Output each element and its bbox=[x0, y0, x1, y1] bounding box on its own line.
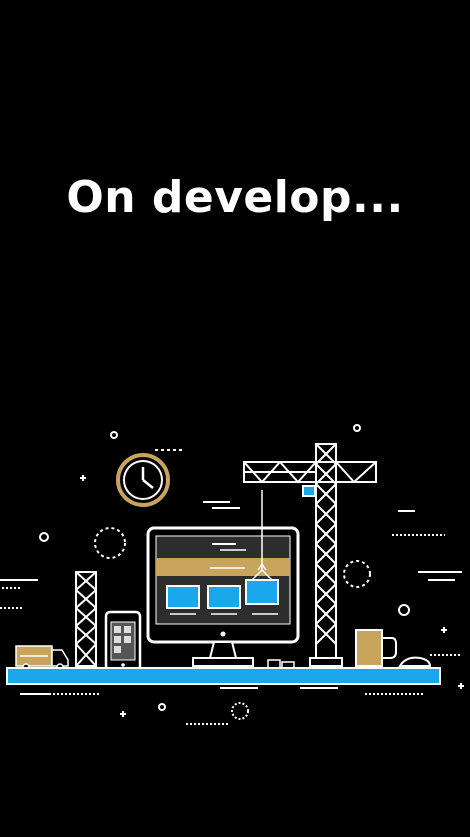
desk-items bbox=[267, 659, 295, 669]
loading-title: On develop... bbox=[66, 172, 404, 223]
clock-icon bbox=[116, 453, 170, 507]
smartphone-icon bbox=[104, 610, 142, 672]
under-construction-illustration bbox=[0, 424, 464, 725]
mouse-icon bbox=[398, 656, 432, 667]
left-tower bbox=[75, 571, 97, 667]
mug-icon bbox=[355, 629, 397, 667]
truck-icon bbox=[15, 645, 69, 671]
splash-screen: On develop... bbox=[0, 0, 470, 837]
desk-surface bbox=[6, 667, 441, 685]
